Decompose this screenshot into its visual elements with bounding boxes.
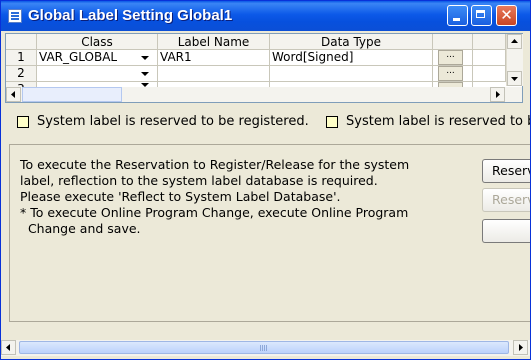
reservation-register-button[interactable]: Reservat bbox=[482, 159, 530, 183]
arrow-up-icon[interactable] bbox=[507, 34, 522, 49]
grid-vertical-scrollbar[interactable] bbox=[506, 34, 523, 86]
arrow-left-icon[interactable] bbox=[1, 340, 16, 355]
data-type-browse-button[interactable]: ... bbox=[438, 66, 463, 81]
column-header-extra bbox=[473, 34, 506, 50]
message-panel: To execute the Reservation to Register/R… bbox=[9, 144, 530, 322]
close-icon[interactable]: ✕ bbox=[496, 5, 517, 26]
title-bar[interactable]: Global Label Setting Global1 ✕ bbox=[1, 1, 530, 31]
arrow-down-icon[interactable] bbox=[507, 71, 522, 86]
extra-cell bbox=[473, 50, 506, 66]
chevron-down-icon[interactable] bbox=[141, 72, 149, 76]
row-number[interactable]: 1 bbox=[6, 50, 37, 66]
scrollbar-thumb[interactable] bbox=[19, 341, 509, 354]
class-value: VAR_GLOBAL bbox=[39, 50, 118, 64]
grid-horizontal-scrollbar[interactable] bbox=[6, 87, 522, 102]
minimize-icon[interactable] bbox=[447, 5, 468, 26]
column-header-button bbox=[433, 34, 473, 50]
column-header-class[interactable]: Class bbox=[37, 34, 158, 50]
data-type-browse-button[interactable]: ... bbox=[438, 50, 463, 65]
data-type-cell[interactable]: Word[Signed] bbox=[270, 50, 433, 66]
button-cell: ... bbox=[433, 50, 473, 66]
legend-swatch bbox=[17, 116, 29, 128]
arrow-right-icon[interactable] bbox=[490, 87, 505, 102]
instruction-text: To execute the Reservation to Register/R… bbox=[20, 157, 410, 236]
arrow-right-icon[interactable] bbox=[513, 340, 528, 355]
legend-text: System label is reserved to be registere… bbox=[37, 114, 309, 129]
data-type-cell[interactable] bbox=[270, 66, 433, 82]
arrow-left-icon[interactable] bbox=[6, 87, 21, 102]
row-number[interactable]: 2 bbox=[6, 66, 37, 82]
legend-swatch bbox=[326, 116, 338, 128]
grip-icon bbox=[260, 345, 268, 351]
column-header-data-type[interactable]: Data Type bbox=[270, 34, 433, 50]
maximize-icon[interactable] bbox=[471, 5, 492, 26]
app-icon bbox=[8, 9, 22, 23]
chevron-down-icon[interactable] bbox=[141, 56, 149, 60]
button-cell: ... bbox=[433, 66, 473, 82]
label-name-cell[interactable]: VAR1 bbox=[158, 50, 270, 66]
extra-cell bbox=[473, 66, 506, 82]
reservation-release-button: Reserva bbox=[482, 188, 530, 212]
window-horizontal-scrollbar[interactable] bbox=[1, 340, 530, 356]
window-title: Global Label Setting Global1 bbox=[28, 7, 233, 24]
label-name-cell[interactable] bbox=[158, 66, 270, 82]
label-grid: Class Label Name Data Type 1 VAR_GLOBAL … bbox=[5, 33, 523, 103]
class-cell[interactable] bbox=[37, 66, 158, 82]
column-header-label-name[interactable]: Label Name bbox=[158, 34, 270, 50]
global-label-window: Global Label Setting Global1 ✕ Class Lab… bbox=[0, 0, 531, 360]
row-number-header bbox=[6, 34, 37, 50]
grid-hscroll-thumb[interactable] bbox=[22, 87, 122, 102]
legend-text: System label is reserved to b bbox=[346, 114, 531, 129]
reflect-button[interactable] bbox=[482, 219, 530, 243]
class-cell[interactable]: VAR_GLOBAL bbox=[37, 50, 158, 66]
